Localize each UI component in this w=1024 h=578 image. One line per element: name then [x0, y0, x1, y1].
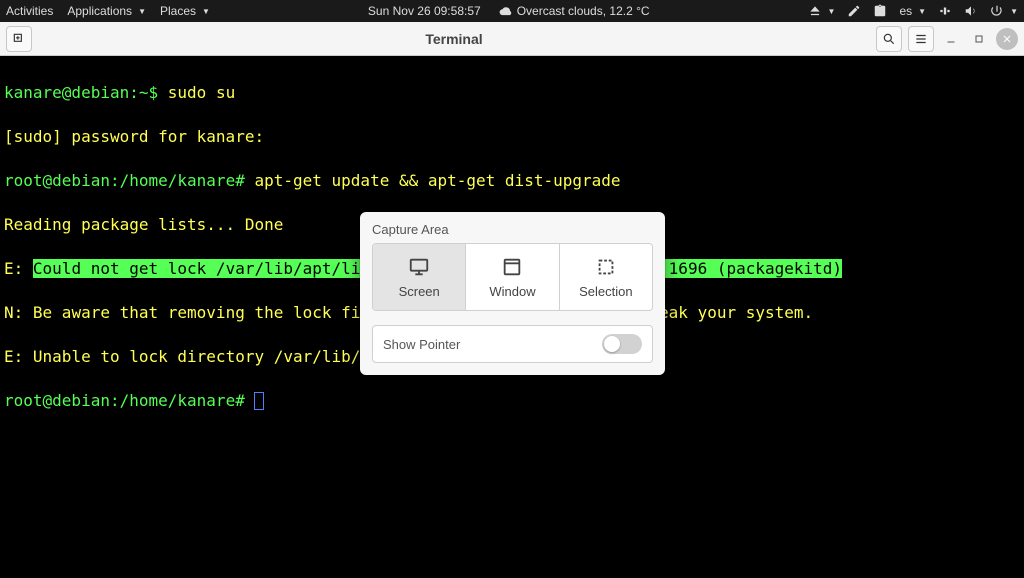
screenshot-popup: Capture Area Screen Window Selection Sho…: [360, 212, 665, 375]
monitor-icon: [408, 256, 430, 278]
capture-area-label: Capture Area: [372, 222, 653, 237]
prompt-user: kanare@debian: [4, 83, 129, 102]
close-button[interactable]: [996, 28, 1018, 50]
selection-icon: [595, 256, 617, 278]
menu-button[interactable]: [908, 26, 934, 52]
places-label: Places: [160, 4, 196, 18]
prompt-user: root@debian: [4, 391, 110, 410]
prompt-sym: #: [235, 391, 254, 410]
terminal-line: root@debian:/home/kanare#: [4, 390, 1020, 412]
capture-mode-window[interactable]: Window: [466, 244, 559, 310]
search-icon: [882, 32, 896, 46]
applications-label: Applications: [67, 4, 132, 18]
terminal-titlebar: Terminal: [0, 22, 1024, 56]
cloud-icon: [499, 4, 513, 18]
prompt-sym: #: [235, 171, 254, 190]
activities-button[interactable]: Activities: [6, 4, 53, 18]
keyboard-layout-indicator[interactable]: es ▼: [899, 4, 926, 18]
capture-mode-screen[interactable]: Screen: [373, 244, 466, 310]
clipboard-icon[interactable]: [873, 4, 887, 18]
close-icon: [1001, 33, 1013, 45]
maximize-icon: [973, 33, 985, 45]
prompt-path: ~: [139, 83, 149, 102]
window-title: Terminal: [32, 31, 876, 47]
capture-mode-label: Selection: [579, 284, 632, 299]
capture-mode-label: Screen: [399, 284, 440, 299]
capture-mode-label: Window: [489, 284, 535, 299]
chevron-down-icon: ▼: [918, 7, 926, 16]
chevron-down-icon: ▼: [828, 7, 836, 16]
prompt-path: :/home/kanare: [110, 171, 235, 190]
weather-text: Overcast clouds, 12.2 °C: [517, 4, 650, 18]
terminal-line: root@debian:/home/kanare# apt-get update…: [4, 170, 1020, 192]
minimize-button[interactable]: [940, 28, 962, 50]
error-prefix: E:: [4, 259, 33, 278]
command-text: sudo su: [168, 83, 235, 102]
show-pointer-toggle[interactable]: [602, 334, 642, 354]
applications-menu[interactable]: Applications ▼: [67, 4, 146, 18]
cursor: [254, 392, 264, 410]
error-prefix: E:: [4, 347, 33, 366]
show-pointer-label: Show Pointer: [383, 337, 460, 352]
terminal-line: [sudo] password for kanare:: [4, 126, 1020, 148]
plus-icon: [12, 32, 26, 46]
weather-indicator[interactable]: Overcast clouds, 12.2 °C: [499, 4, 650, 18]
maximize-button[interactable]: [968, 28, 990, 50]
chevron-down-icon: ▼: [138, 7, 146, 16]
chevron-down-icon: ▼: [202, 7, 210, 16]
eject-icon[interactable]: ▼: [808, 4, 836, 18]
new-tab-button[interactable]: [6, 26, 32, 52]
power-icon[interactable]: ▼: [990, 4, 1018, 18]
search-button[interactable]: [876, 26, 902, 52]
prompt-user: root@debian: [4, 171, 110, 190]
capture-mode-segment: Screen Window Selection: [372, 243, 653, 311]
chevron-down-icon: ▼: [1010, 7, 1018, 16]
pencil-icon[interactable]: [847, 4, 861, 18]
top-panel: Activities Applications ▼ Places ▼ Sun N…: [0, 0, 1024, 22]
capture-mode-selection[interactable]: Selection: [560, 244, 652, 310]
prompt-path: :/home/kanare: [110, 391, 235, 410]
network-icon[interactable]: [938, 4, 952, 18]
command-text: apt-get update && apt-get dist-upgrade: [254, 171, 620, 190]
hamburger-icon: [914, 32, 928, 46]
prompt-sep: :: [129, 83, 139, 102]
prompt-sym: $: [149, 83, 168, 102]
minimize-icon: [945, 33, 957, 45]
error-prefix: N:: [4, 303, 33, 322]
terminal-line: kanare@debian:~$ sudo su: [4, 82, 1020, 104]
clock[interactable]: Sun Nov 26 09:58:57: [368, 4, 481, 18]
volume-icon[interactable]: [964, 4, 978, 18]
places-menu[interactable]: Places ▼: [160, 4, 210, 18]
show-pointer-row: Show Pointer: [372, 325, 653, 363]
window-icon: [501, 256, 523, 278]
keyboard-layout-label: es: [899, 4, 912, 18]
